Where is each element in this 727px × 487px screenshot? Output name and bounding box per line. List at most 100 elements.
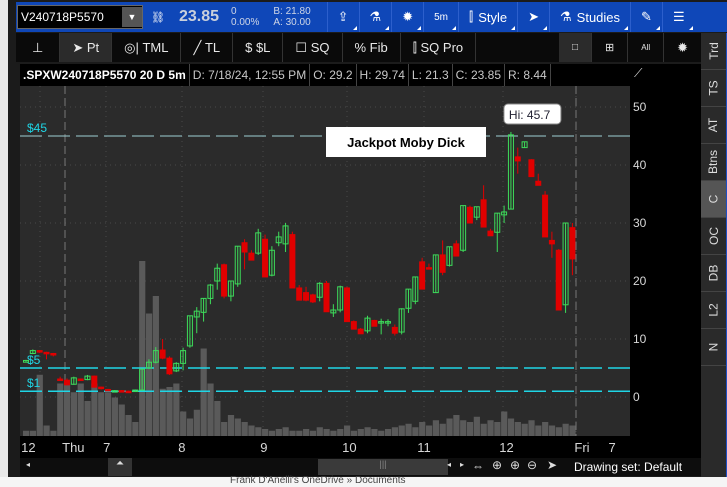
bar-open: O: 29.2 <box>310 64 357 86</box>
drawing-toolbar: ⊥ ➤ Pt ◎| TML ╱ TL $ $L ☐ SQ % Fib ⫿ SQ … <box>16 33 701 62</box>
studies-button[interactable]: ⚗ Studies <box>549 2 630 32</box>
flask-button[interactable]: ⚗ <box>358 2 392 32</box>
candle-down <box>542 194 549 238</box>
volume-bar <box>555 427 562 436</box>
chart-window: V240718P5570 ▼ ⛓ 23.85 0 0.00% B: 21.80 A: … <box>0 0 727 477</box>
scroll-left-icon[interactable]: ◂ <box>447 460 451 469</box>
volume-bar <box>364 427 371 436</box>
candle-down <box>323 282 330 313</box>
crosshair-icon[interactable]: ⊕ <box>492 458 502 472</box>
drawings-button[interactable]: ✎ <box>630 2 662 32</box>
tool-trendline[interactable]: ╱ TL <box>181 33 234 62</box>
cursor-button[interactable]: ➤ <box>517 2 549 32</box>
flask-icon: ⚗ <box>369 9 382 24</box>
settings-button[interactable]: ✹ <box>391 2 423 32</box>
share-icon: ⇪ <box>337 9 349 24</box>
tab-c[interactable]: C <box>701 181 726 218</box>
volume-bar <box>70 392 78 436</box>
change-value: 0 <box>231 6 237 17</box>
volume-bar <box>316 427 323 436</box>
candle-down <box>528 159 535 178</box>
volume-bar <box>248 425 255 436</box>
volume-bar <box>412 427 419 436</box>
time-axis[interactable]: 12 Thu 7 8 9 10 11 12 Fri 7 <box>20 436 630 458</box>
zoom-in-icon[interactable]: ⊕ <box>510 458 520 472</box>
tool-sq-pro[interactable]: ⫿ SQ Pro <box>401 33 477 62</box>
share-button[interactable]: ⇪ <box>326 2 359 32</box>
volume-bar <box>398 425 405 436</box>
grid-layout-button[interactable]: ⊞ <box>592 33 629 62</box>
tab-ts[interactable]: TS <box>701 70 726 107</box>
trendline-icon: ╱ <box>193 39 205 55</box>
time-tick-label: 10 <box>342 440 357 455</box>
tab-label: L2 <box>706 303 721 317</box>
bar-low: L: 21.3 <box>409 64 453 86</box>
tool-tml[interactable]: ◎| TML <box>112 33 182 62</box>
volume-bar <box>234 418 241 436</box>
tab-l2[interactable]: L2 <box>701 292 726 329</box>
candle-down <box>104 388 111 392</box>
volume-bar <box>371 429 378 436</box>
candle-down <box>309 294 316 303</box>
tool-pointer[interactable]: ➤ Pt <box>60 33 113 62</box>
scroll-right-icon[interactable]: ▸ <box>460 460 464 469</box>
volume-bar <box>391 427 399 436</box>
price-chart[interactable]: $45 $5 $1 Hi: 45.7 Jackpot Moby Dick <box>20 86 630 436</box>
symbol-input[interactable]: V240718P5570 ▼ <box>17 5 143 29</box>
tool-square[interactable]: ☐ SQ <box>283 33 343 62</box>
zoom-out-icon[interactable]: ⊖ <box>527 458 537 472</box>
chart-settings-button[interactable]: ✹ <box>664 33 701 62</box>
link-icon[interactable]: ⛓ <box>151 11 165 24</box>
style-label: Style <box>478 9 508 25</box>
menu-button[interactable]: ☰ <box>661 2 695 32</box>
tab-label: C <box>706 194 721 204</box>
gear-icon: ✹ <box>402 9 414 24</box>
tool-fib[interactable]: % Fib <box>343 33 401 62</box>
volume-bar <box>569 425 576 436</box>
volume-bar <box>104 392 112 436</box>
candle-down <box>57 378 64 382</box>
price-axis[interactable]: ⟋ 50 40 30 20 10 0 <box>630 64 701 458</box>
time-tick-label: 12 <box>499 440 514 455</box>
candle-down <box>43 351 50 355</box>
scroll-left-icon[interactable]: ◂ <box>26 460 30 469</box>
tml-icon: ◎| <box>124 39 143 55</box>
autoscale-icon[interactable]: ⟋ <box>634 66 642 81</box>
volume-bar <box>535 425 542 436</box>
volume-bar <box>186 418 194 436</box>
tab-at[interactable]: AT <box>701 107 726 144</box>
volume-bar <box>180 411 187 436</box>
cursor-icon[interactable]: ➤ <box>547 458 557 472</box>
tab-oc[interactable]: OC <box>701 218 726 255</box>
candle-down <box>535 180 542 186</box>
chart-scrollbar[interactable]: ◂ ⏶ ||| ◂ ▸ ⇔ ⊕ ⊕ ⊖ ➤ Drawing set: Defau… <box>20 458 701 476</box>
all-button[interactable]: All <box>628 33 665 62</box>
expand-panel-button[interactable]: ⏶ <box>108 458 132 476</box>
candle-down <box>514 156 521 162</box>
tab-label: OC <box>706 227 721 245</box>
chevron-down-icon[interactable]: ▼ <box>122 7 142 27</box>
tab-db[interactable]: DB <box>701 255 726 292</box>
timeframe-button[interactable]: 5m <box>423 2 458 32</box>
tab-n[interactable]: N <box>701 329 726 366</box>
volume-bar <box>98 392 105 436</box>
tool-price-level[interactable]: $ $L <box>233 33 284 62</box>
tab-trd[interactable]: Trd <box>701 33 726 70</box>
volume-bar <box>200 348 207 436</box>
single-layout-button[interactable]: □ <box>558 33 592 62</box>
pin-tool[interactable]: ⊥ <box>16 33 61 62</box>
drawing-set-selector[interactable]: Drawing set: Default <box>574 460 682 474</box>
volume-bar <box>501 411 508 436</box>
pan-icon[interactable]: ⇔ <box>472 459 484 473</box>
right-tab-strip: Trd TS AT Btns C OC DB L2 N <box>701 33 726 477</box>
tool-label: Fib <box>369 40 388 55</box>
tool-label: TML <box>142 40 169 55</box>
tab-btns[interactable]: Btns <box>701 144 726 181</box>
scroll-thumb[interactable]: ||| <box>318 459 448 475</box>
style-button[interactable]: ⫿ Style <box>458 2 517 32</box>
chart-canvas[interactable]: $45 $5 $1 Hi: 45.7 Jackpot Moby Dick <box>20 86 630 436</box>
price-tick-label: 0 <box>633 390 640 404</box>
volume-bar <box>337 429 344 436</box>
all-label: All <box>641 43 651 52</box>
